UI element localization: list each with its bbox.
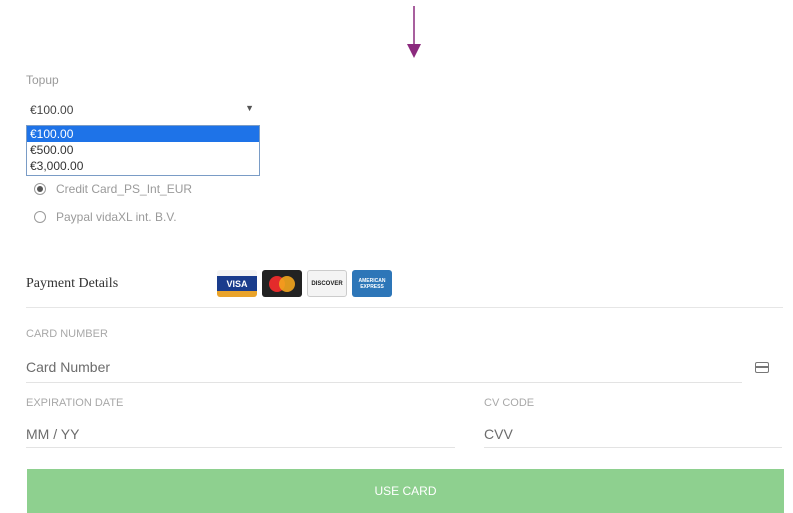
radio-unchecked-icon[interactable] — [34, 211, 46, 223]
mastercard-logo-icon — [262, 270, 302, 297]
visa-logo-icon: VISA — [217, 270, 257, 297]
cv-code-label: CV CODE — [484, 397, 535, 409]
topup-select[interactable]: €100.00 ▼ — [26, 99, 260, 121]
radio-checked-icon[interactable] — [34, 183, 46, 195]
amex-logo-icon: AMERICAN EXPRESS — [352, 270, 392, 297]
discover-logo-icon: DISCOVER — [307, 270, 347, 297]
topup-option[interactable]: €3,000.00 — [27, 158, 259, 174]
caret-down-icon: ▼ — [245, 103, 254, 113]
divider — [26, 307, 783, 308]
expiration-date-label: EXPIRATION DATE — [26, 397, 124, 409]
expiration-date-input[interactable] — [26, 424, 455, 448]
payment-method-label: Credit Card_PS_Int_EUR — [56, 182, 193, 196]
topup-selected-value: €100.00 — [30, 103, 74, 117]
payment-method-label: Paypal vidaXL int. B.V. — [56, 210, 177, 224]
topup-option[interactable]: €100.00 — [27, 126, 259, 142]
card-number-label: CARD NUMBER — [26, 328, 108, 340]
payment-method-credit-card[interactable]: Credit Card_PS_Int_EUR — [34, 182, 192, 196]
cv-code-input[interactable] — [484, 424, 782, 448]
credit-card-icon — [755, 362, 769, 373]
use-card-button[interactable]: USE CARD — [27, 469, 784, 513]
topup-dropdown-list: €100.00 €500.00 €3,000.00 — [26, 125, 260, 176]
card-number-input[interactable] — [26, 356, 742, 383]
payment-details-title: Payment Details — [26, 276, 119, 291]
payment-method-paypal[interactable]: Paypal vidaXL int. B.V. — [34, 210, 177, 224]
down-arrow-icon — [407, 6, 421, 58]
topup-option[interactable]: €500.00 — [27, 142, 259, 158]
topup-label: Topup — [26, 73, 59, 87]
